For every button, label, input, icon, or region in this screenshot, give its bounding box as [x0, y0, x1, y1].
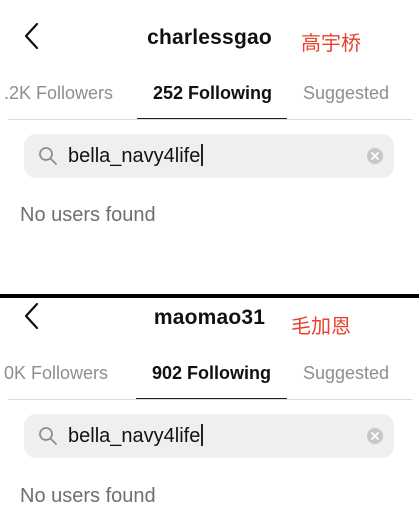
empty-results-message: No users found [20, 204, 156, 226]
tabs-divider [8, 399, 412, 400]
follow-tabs: .2K Followers 252 Following Suggested [0, 80, 419, 120]
clear-circle-icon[interactable] [366, 427, 384, 445]
search-input[interactable]: bella_navy4life [24, 414, 394, 458]
profile-username: maomao31 [153, 306, 266, 329]
tab-suggested[interactable]: Suggested [303, 363, 389, 384]
tab-followers[interactable]: 0K Followers [4, 363, 108, 384]
search-icon [39, 147, 57, 165]
tab-followers[interactable]: .2K Followers [4, 83, 113, 104]
search-icon [39, 427, 57, 445]
handwritten-annotation: 毛加恩 [291, 314, 351, 338]
clear-circle-icon[interactable] [366, 147, 384, 165]
empty-results-message: No users found [20, 485, 156, 507]
handwritten-annotation: 高宇桥 [301, 31, 361, 55]
text-caret [201, 424, 203, 446]
search-query-text: bella_navy4life [68, 425, 201, 447]
follow-tabs: 0K Followers 902 Following Suggested [0, 360, 419, 400]
search-query-text: bella_navy4life [68, 145, 201, 167]
tab-following[interactable]: 902 Following [152, 363, 271, 384]
tab-following[interactable]: 252 Following [153, 83, 272, 104]
text-caret [201, 144, 203, 166]
profile-following-panel-1: charlessgao 高宇桥 .2K Followers 252 Follow… [0, 0, 419, 294]
tabs-divider [8, 119, 412, 120]
tab-suggested[interactable]: Suggested [303, 83, 389, 104]
profile-following-panel-2: maomao31 毛加恩 0K Followers 902 Following … [0, 294, 419, 527]
search-input[interactable]: bella_navy4life [24, 134, 394, 178]
